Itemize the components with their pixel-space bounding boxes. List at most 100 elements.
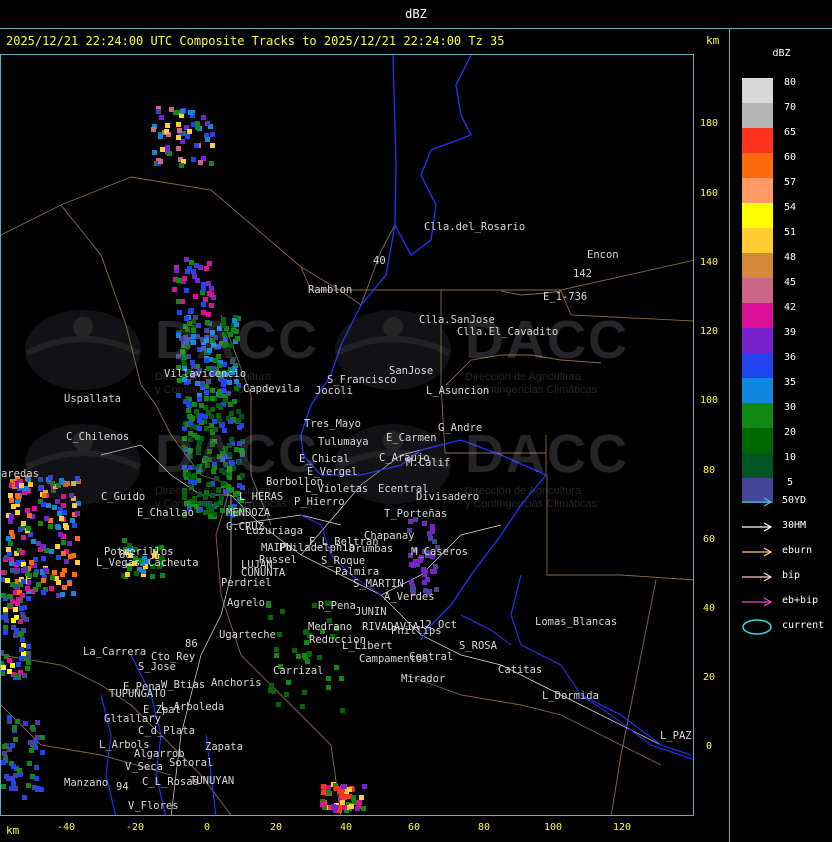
echo-pixel [61,551,66,556]
echo-pixel [194,143,199,148]
dbz-swatch [742,203,773,228]
echo-pixel [72,523,77,528]
place-label: L_Dormida [542,690,599,702]
echo-pixel [334,786,339,791]
echo-pixel [13,633,18,638]
echo-pixel [23,721,28,726]
dept-border [300,259,693,291]
echo-pixel [172,287,177,292]
track-legend-label: 30HM [782,520,807,531]
dbz-swatch-label: 42 [783,302,797,313]
echo-pixel [216,413,221,418]
track-legend-label: bip [782,570,801,581]
dbz-swatch-label: 20 [783,427,797,438]
echo-pixel [26,660,31,665]
echo-pixel [50,575,55,580]
place-label: Luzuriaga [246,525,303,537]
dbz-swatch [742,428,773,453]
echo-pixel [58,532,63,537]
place-label: L_Violetas [305,483,369,495]
place-label: aredas [1,468,39,480]
echo-pixel [4,555,9,560]
place-label: 40 [373,255,386,267]
echo-pixel [75,511,80,516]
echo-pixel [55,544,60,549]
echo-pixel [342,795,347,800]
echo-pixel [18,632,23,637]
echo-pixel [34,765,39,770]
place-label: E_1-736 [543,291,588,303]
x-tick-label: 100 [543,822,563,833]
echo-pixel [320,802,325,807]
echo-pixel [12,725,17,730]
echo-pixel [36,582,41,587]
y-axis-unit: km [706,34,720,47]
echo-pixel [169,107,174,112]
echo-pixel [29,748,34,753]
dbz-swatch [742,453,773,478]
echo-pixel [198,413,203,418]
place-label: Palmira [335,566,380,578]
echo-pixel [203,297,208,302]
echo-pixel [7,669,12,674]
echo-pixel [409,580,414,585]
echo-pixel [67,541,72,546]
dbz-swatch-label: 54 [783,202,797,213]
place-label: R_Pena [318,600,356,612]
echo-pixel [210,132,215,137]
echo-pixel [201,282,206,287]
place-label: Encon [587,249,619,261]
echo-pixel [7,594,12,599]
track-legend-label: eb+bip [782,595,819,606]
echo-pixel [201,287,206,292]
echo-pixel [40,735,45,740]
echo-pixel [167,151,172,156]
place-label: P_Hierro [294,496,345,508]
dbz-swatch-label: 60 [783,152,797,163]
echo-pixel [165,145,170,150]
echo-pixel [26,644,31,649]
echo-pixel [184,288,189,293]
echo-pixel [347,787,352,792]
echo-pixel [3,625,8,630]
echo-pixel [223,398,228,403]
echo-pixel [422,580,427,585]
echo-pixel [206,410,211,415]
echo-pixel [61,540,66,545]
track-legend-item: eburn [740,544,832,560]
echo-pixel [198,160,203,165]
echo-pixel [430,524,435,529]
echo-pixel [422,521,427,526]
x-tick-label: 80 [477,822,491,833]
x-tick-label: -20 [125,822,145,833]
echo-pixel [63,523,68,528]
echo-pixel [418,558,423,563]
radar-map[interactable]: DACC Dirección de Agricultura y Contingenc… [0,54,694,816]
echo-pixel [22,795,27,800]
echo-pixel [19,606,24,611]
echo-pixel [10,582,15,587]
dbz-swatch [742,353,773,378]
echo-pixel [189,415,194,420]
echo-pixel [5,578,10,583]
dbz-swatch [742,403,773,428]
echo-pixel [321,784,326,789]
echo-pixel [72,572,77,577]
place-label: L_Asuncion [426,385,490,397]
legend-unit: dBZ [772,48,791,59]
place-label: L_HERAS [239,491,284,503]
echo-pixel [317,655,322,660]
echo-pixel [1,577,5,582]
track-legend-item: eb+bip [740,594,832,610]
echo-pixel [49,549,54,554]
dbz-swatch [742,253,773,278]
echo-pixel [209,286,214,291]
watermark-subtitle: Dirección de Agricultura y Contingencias … [465,485,598,510]
echo-pixel [292,648,297,653]
echo-pixel [1,784,6,789]
echo-pixel [356,802,361,807]
place-label: Jocoli [315,385,353,397]
place-label: Sotoral [169,757,214,769]
echo-pixel [75,536,80,541]
echo-pixel [197,397,202,402]
